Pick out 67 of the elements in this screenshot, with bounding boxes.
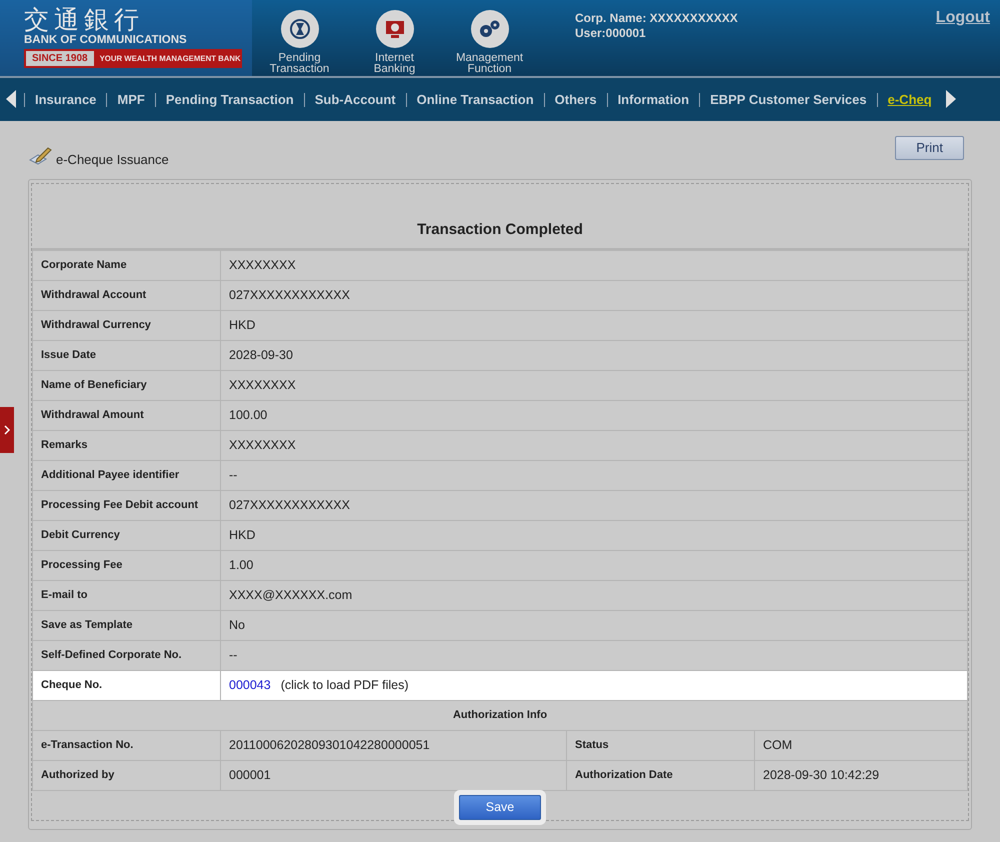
field-label: Withdrawal Account <box>32 280 220 310</box>
field-label: Debit Currency <box>32 520 220 550</box>
field-label: Issue Date <box>32 340 220 370</box>
field-label: Withdrawal Currency <box>32 310 220 340</box>
field-value: COM <box>754 730 968 760</box>
logo-english-text: BANK OF COMMUNICATIONS <box>24 34 188 46</box>
field-value: 000001 <box>220 760 566 790</box>
shortcut-button[interactable]: Pending Transaction <box>252 0 347 76</box>
arrow-right-icon <box>946 90 956 108</box>
logo-chinese-text: 交通銀行 <box>24 6 145 34</box>
field-value: XXXXXXXX <box>220 370 968 400</box>
field-label: Remarks <box>32 430 220 460</box>
field-label: Processing Fee Debit account <box>32 490 220 520</box>
nav-tab[interactable]: Information <box>606 92 700 106</box>
field-label: Status <box>566 730 754 760</box>
since-label: SINCE 1908 <box>26 51 94 66</box>
field-label: Self-Defined Corporate No. <box>32 640 220 670</box>
field-value: 2028-09-30 <box>220 340 968 370</box>
field-value: XXXXXXXX <box>220 430 968 460</box>
nav-tab[interactable]: Insurance <box>24 92 106 106</box>
nav-tab[interactable]: MPF <box>106 92 155 106</box>
field-value: XXXXXXXX <box>220 250 968 280</box>
nav-tab[interactable]: Pending Transaction <box>154 92 304 106</box>
nav-tab[interactable]: EBPP Customer Services <box>699 92 877 106</box>
field-value: HKD <box>220 310 968 340</box>
field-label: Additional Payee identifier <box>32 460 220 490</box>
field-value: HKD <box>220 520 968 550</box>
nav-tab[interactable]: e-Cheq <box>876 92 942 106</box>
shortcut-button[interactable]: Management Function <box>442 0 537 76</box>
print-button[interactable]: Print <box>895 136 964 160</box>
field-label: Corporate Name <box>32 250 220 280</box>
page-title: e-Cheque Issuance <box>56 150 169 169</box>
user-id-text: User:000001 <box>575 26 647 41</box>
field-value: 1.00 <box>220 550 968 580</box>
chevron-right-icon <box>4 425 10 435</box>
field-label: e-Transaction No. <box>32 730 220 760</box>
field-label: Name of Beneficiary <box>32 370 220 400</box>
field-label: Cheque No. <box>32 670 220 700</box>
link-note: (click to load PDF files) <box>280 678 409 692</box>
shortcut-button[interactable]: Internet Banking <box>347 0 442 76</box>
section-heading: Authorization Info <box>32 700 968 730</box>
corp-name-text: Corp. Name: XXXXXXXXXXX <box>575 11 738 26</box>
field-label: Withdrawal Amount <box>32 400 220 430</box>
field-label: Authorization Date <box>566 760 754 790</box>
nav-tab[interactable]: Online Transaction <box>406 92 544 106</box>
field-value: 100.00 <box>220 400 968 430</box>
nav-tab[interactable]: Sub-Account <box>304 92 406 106</box>
field-value: No <box>220 610 968 640</box>
arrow-left-icon <box>6 90 16 108</box>
field-label: E-mail to <box>32 580 220 610</box>
gears-icon <box>478 18 502 40</box>
logout-link[interactable]: Logout <box>936 6 990 76</box>
sidebar-toggle[interactable] <box>0 407 14 453</box>
hourglass-icon <box>288 18 310 40</box>
field-value: -- <box>220 460 968 490</box>
field-label: Authorized by <box>32 760 220 790</box>
field-value: 20110006202809301042280000051 <box>220 730 566 760</box>
field-label: Processing Fee <box>32 550 220 580</box>
field-label: Save as Template <box>32 610 220 640</box>
field-value: 027XXXXXXXXXXXX <box>220 280 968 310</box>
field-value: -- <box>220 640 968 670</box>
monitor-icon <box>384 18 406 40</box>
nav-tab[interactable]: Others <box>544 92 607 106</box>
field-value: XXXX@XXXXXX.com <box>220 580 968 610</box>
field-value: 2028-09-30 10:42:29 <box>754 760 968 790</box>
cheque-link[interactable]: 000043 <box>229 678 271 692</box>
field-value: 027XXXXXXXXXXXX <box>220 490 968 520</box>
